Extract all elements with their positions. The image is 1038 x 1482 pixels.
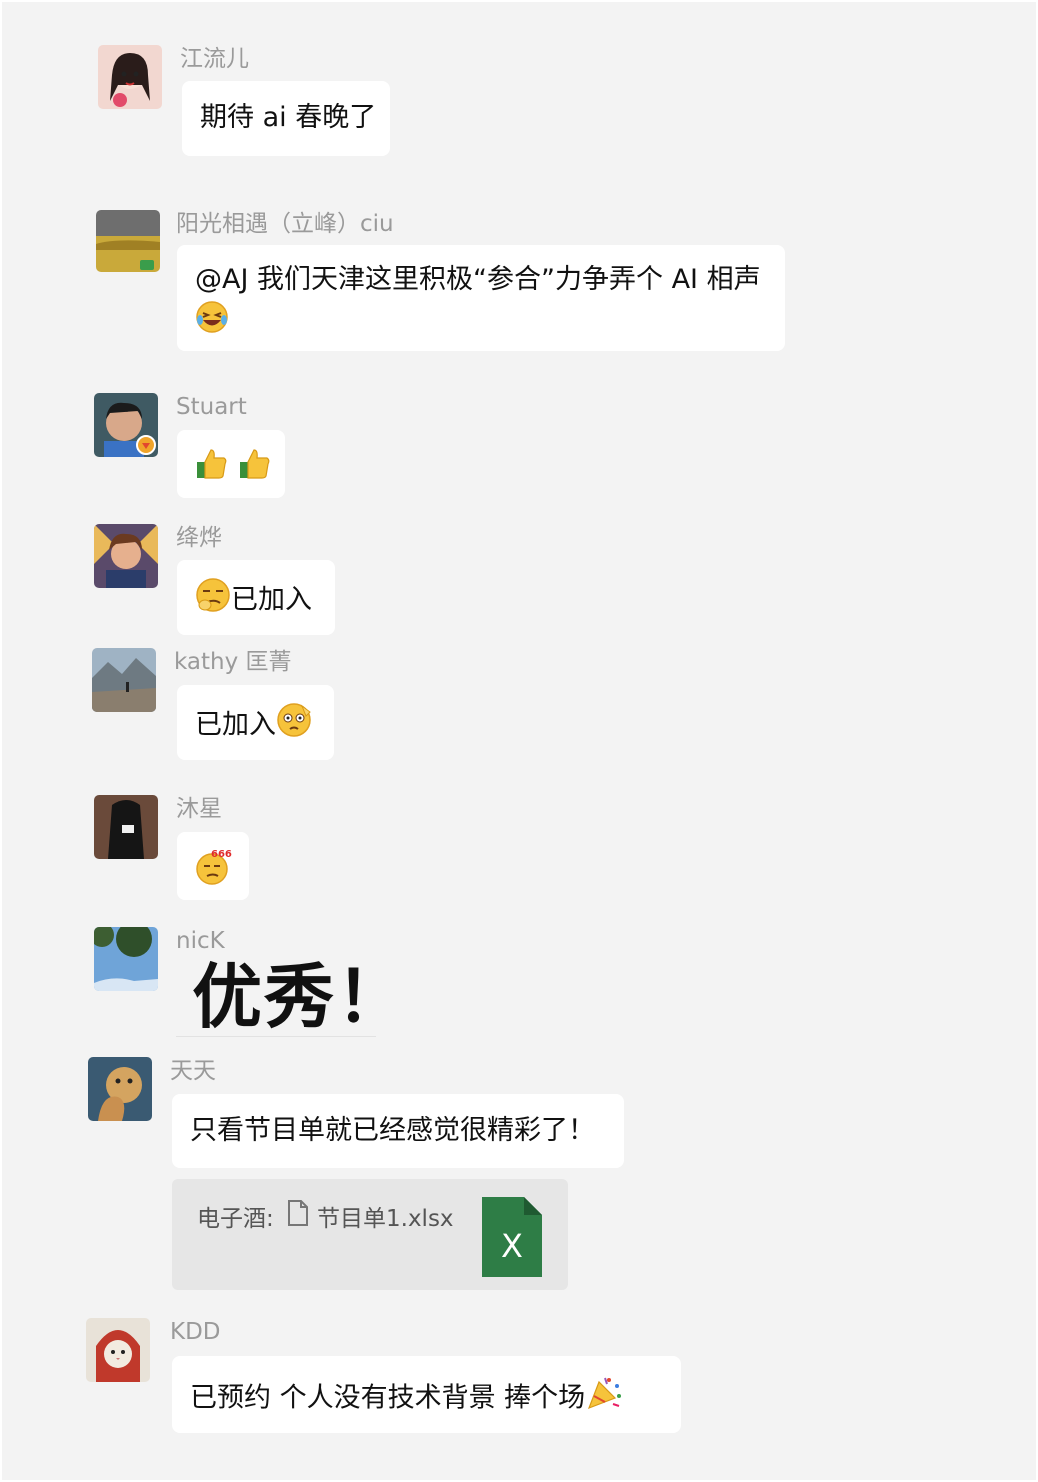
sender-name: 绛烨 — [176, 525, 222, 551]
avatar[interactable] — [94, 795, 158, 859]
avatar[interactable] — [96, 210, 160, 272]
sender-name: 沐星 — [176, 796, 222, 822]
avatar[interactable] — [86, 1318, 150, 1382]
thumbs-up-icon — [195, 446, 229, 492]
message-text: 已加入 — [231, 584, 312, 616]
666-label: 666 — [211, 849, 232, 860]
quoted-file-card[interactable]: 电子酒: 节目单1.xlsx X — [172, 1179, 568, 1290]
salute-emoji-icon — [276, 702, 312, 750]
laughing-tears-emoji-icon — [195, 300, 229, 346]
message-bubble[interactable]: 666 — [177, 832, 249, 900]
sender-name: 天天 — [170, 1058, 216, 1084]
message-bubble[interactable]: 期待 ai 春晚了 — [182, 81, 390, 156]
message-text-large[interactable]: 优秀！ — [192, 957, 408, 1037]
message-text: 已预约 个人没有技术背景 捧个场 — [190, 1382, 586, 1414]
chat-window: 江流儿 期待 ai 春晚了 阳光相遇（立峰）ciu @AJ 我们天津这里积极“参… — [2, 2, 1036, 1480]
sender-name: kathy 匡菁 — [174, 649, 292, 675]
avatar[interactable] — [92, 648, 156, 712]
sender-name: Stuart — [176, 394, 247, 420]
666-emoji-icon: 666 — [195, 848, 233, 898]
thumbs-up-icon — [238, 446, 272, 492]
file-name[interactable]: 节目单1.xlsx — [317, 1199, 454, 1233]
message-bubble[interactable]: @AJ 我们天津这里积极“参合”力争弄个 AI 相声 — [177, 245, 785, 351]
message-bubble[interactable]: 只看节目单就已经感觉很精彩了！ — [172, 1094, 624, 1168]
message-bubble[interactable]: 已加入 — [177, 560, 335, 635]
sender-name: KDD — [170, 1319, 221, 1345]
divider — [176, 1036, 376, 1037]
document-icon — [287, 1199, 309, 1231]
message-text: 期待 ai 春晚了 — [200, 102, 377, 133]
message-text: @AJ 我们天津这里积极“参合”力争弄个 AI 相声 — [195, 264, 761, 295]
message-bubble[interactable]: 已加入 — [177, 685, 334, 760]
quote-prefix: 电子酒: — [197, 1206, 274, 1232]
avatar[interactable] — [94, 927, 158, 991]
avatar[interactable] — [98, 45, 162, 109]
message-text: 已加入 — [195, 709, 276, 741]
avatar[interactable] — [94, 393, 158, 457]
sender-name: 江流儿 — [180, 46, 249, 72]
message-bubble[interactable]: 已预约 个人没有技术背景 捧个场 — [172, 1356, 681, 1433]
sender-name: nicK — [176, 928, 225, 954]
party-popper-icon — [585, 1374, 623, 1424]
excel-file-icon[interactable]: X — [482, 1197, 542, 1277]
avatar[interactable] — [88, 1057, 152, 1121]
sender-name: 阳光相遇（立峰）ciu — [176, 211, 394, 237]
avatar[interactable] — [94, 524, 158, 588]
excel-icon-letter: X — [501, 1227, 523, 1265]
message-bubble[interactable] — [177, 430, 285, 498]
smirk-emoji-icon — [195, 577, 231, 625]
message-text: 只看节目单就已经感觉很精彩了！ — [190, 1115, 595, 1146]
